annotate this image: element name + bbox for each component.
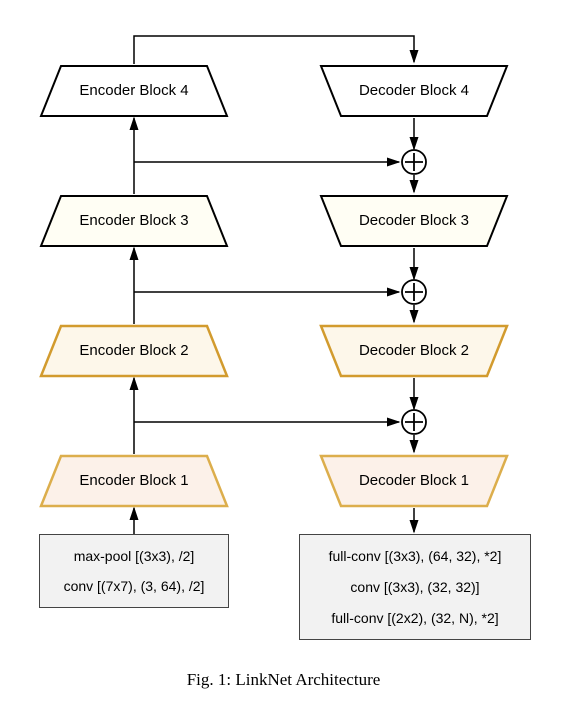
- encoder-block-2: Encoder Block 2: [39, 324, 229, 376]
- output-ops-box: full-conv [(3x3), (64, 32), *2] conv [(3…: [299, 534, 531, 640]
- encoder-block-1: Encoder Block 1: [39, 454, 229, 506]
- output-ops-line1: full-conv [(3x3), (64, 32), *2]: [310, 548, 520, 564]
- output-ops-line3: full-conv [(2x2), (32, N), *2]: [310, 610, 520, 626]
- encoder-block-3: Encoder Block 3: [39, 194, 229, 246]
- sum-icon-3: [402, 150, 426, 174]
- diagram-canvas: Encoder Block 4 Decoder Block 4 Encoder …: [14, 14, 553, 698]
- figure-caption: Fig. 1: LinkNet Architecture: [14, 670, 553, 690]
- input-ops-line2: conv [(7x7), (3, 64), /2]: [50, 578, 218, 594]
- input-ops-box: max-pool [(3x3), /2] conv [(7x7), (3, 64…: [39, 534, 229, 608]
- sum-icon-1: [402, 410, 426, 434]
- decoder-block-4: Decoder Block 4: [319, 64, 509, 116]
- output-ops-line2: conv [(3x3), (32, 32)]: [310, 579, 520, 595]
- sum-icon-2: [402, 280, 426, 304]
- input-ops-line1: max-pool [(3x3), /2]: [50, 548, 218, 564]
- decoder-block-3: Decoder Block 3: [319, 194, 509, 246]
- decoder-block-2: Decoder Block 2: [319, 324, 509, 376]
- decoder-block-1: Decoder Block 1: [319, 454, 509, 506]
- arrow-enc4-dec4: [134, 36, 414, 64]
- encoder-block-4: Encoder Block 4: [39, 64, 229, 116]
